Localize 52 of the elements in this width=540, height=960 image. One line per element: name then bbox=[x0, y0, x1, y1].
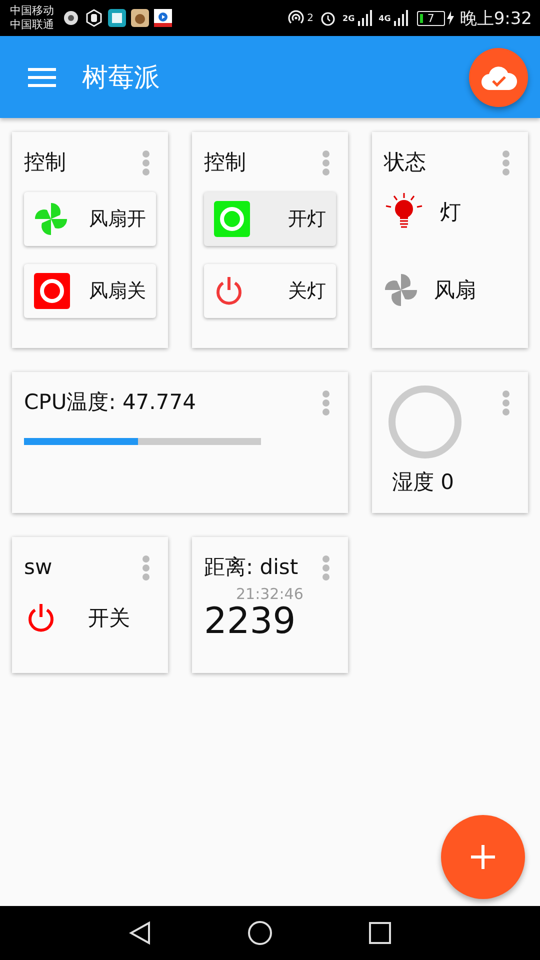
video-icon bbox=[154, 9, 172, 27]
charging-icon bbox=[446, 11, 454, 25]
card-title: 距离: dist bbox=[204, 554, 298, 581]
more-icon[interactable] bbox=[142, 150, 150, 176]
hotspot-count: 2 bbox=[307, 12, 314, 24]
control-button[interactable]: 风扇关 bbox=[24, 264, 156, 318]
add-button[interactable] bbox=[441, 815, 525, 899]
plus-icon bbox=[471, 845, 495, 869]
cloud-check-icon bbox=[480, 64, 516, 90]
carrier-name: 中国移动 bbox=[10, 4, 54, 18]
notification-icon bbox=[62, 9, 80, 27]
control-button[interactable]: 关灯 bbox=[204, 264, 336, 318]
humidity-label: 湿度 0 bbox=[392, 469, 456, 496]
alarm-icon bbox=[318, 9, 337, 27]
recents-icon[interactable] bbox=[369, 922, 391, 944]
card-title: 状态 bbox=[384, 149, 426, 176]
card-title: 控制 bbox=[24, 149, 66, 176]
network-type: 4G bbox=[378, 14, 391, 22]
app-title: 树莓派 bbox=[82, 62, 160, 94]
back-icon[interactable] bbox=[129, 921, 151, 945]
more-icon[interactable] bbox=[142, 555, 150, 581]
more-icon[interactable] bbox=[322, 390, 330, 416]
switch-button[interactable]: 开关 bbox=[24, 603, 130, 633]
more-icon[interactable] bbox=[502, 390, 510, 416]
record-icon bbox=[214, 201, 250, 237]
power-icon bbox=[26, 603, 56, 633]
card-title: CPU温度: 47.774 bbox=[24, 389, 196, 416]
battery-icon: 7 bbox=[416, 10, 445, 26]
home-icon[interactable] bbox=[247, 920, 273, 946]
control-button[interactable]: 风扇开 bbox=[24, 192, 156, 246]
stop-icon bbox=[34, 273, 70, 309]
carrier-name: 中国联通 bbox=[10, 18, 54, 32]
signal-icon bbox=[356, 10, 373, 26]
control-button[interactable]: 开灯 bbox=[204, 192, 336, 246]
app-icon bbox=[131, 9, 149, 27]
book-icon bbox=[108, 9, 126, 27]
more-icon[interactable] bbox=[502, 150, 510, 176]
fan-icon bbox=[34, 202, 68, 236]
more-icon[interactable] bbox=[322, 555, 330, 581]
status-label: 风扇 bbox=[434, 277, 476, 304]
clock: 晚上9:32 bbox=[460, 8, 532, 30]
signal-icon bbox=[392, 10, 409, 26]
power-icon bbox=[214, 276, 244, 306]
value-reading: 2239 bbox=[204, 603, 297, 641]
status-label: 灯 bbox=[440, 199, 461, 226]
timestamp: 21:32:46 bbox=[236, 585, 304, 603]
card-title: 控制 bbox=[204, 149, 246, 176]
notification-icon bbox=[85, 9, 103, 27]
menu-icon[interactable] bbox=[28, 67, 56, 87]
more-icon[interactable] bbox=[322, 150, 330, 176]
card-title: sw bbox=[24, 554, 52, 581]
network-type: 2G bbox=[342, 14, 355, 22]
